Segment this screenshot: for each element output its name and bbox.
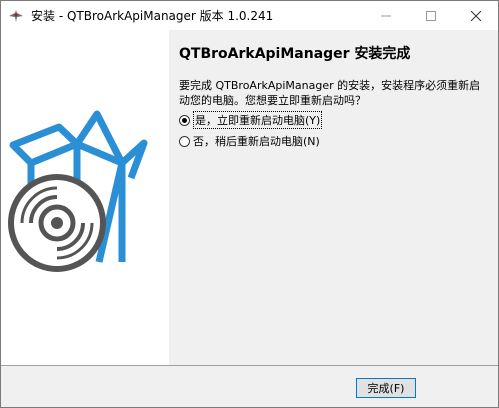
radio-restart-now[interactable] — [179, 114, 190, 126]
minimize-icon — [380, 15, 391, 16]
close-button[interactable] — [453, 1, 498, 30]
app-icon — [8, 8, 24, 24]
minimize-button[interactable] — [363, 1, 408, 30]
finish-button[interactable]: 完成(F) — [356, 378, 416, 398]
restart-now-label: 是，立即重新启动电脑(Y) — [193, 111, 323, 129]
restart-now-option[interactable]: 是，立即重新启动电脑(Y) — [179, 111, 323, 129]
title-bar[interactable]: 安装 - QTBroArkApiManager 版本 1.0.241 — [1, 1, 498, 30]
window-title: 安装 - QTBroArkApiManager 版本 1.0.241 — [31, 9, 274, 23]
finish-button-label: 完成(F) — [367, 382, 405, 395]
maximize-icon — [425, 10, 436, 21]
installer-window: 安装 - QTBroArkApiManager 版本 1.0.241 QTBro… — [0, 0, 499, 408]
close-icon — [470, 10, 481, 21]
restart-later-option[interactable]: 否，稍后重新启动电脑(N) — [179, 133, 320, 149]
restart-description: 要完成 QTBroArkApiManager 的安装，安装程序必须重新启动您的电… — [179, 79, 481, 107]
content-panel: QTBroArkApiManager 安装完成 要完成 QTBroArkApiM… — [169, 30, 498, 365]
wizard-image-panel — [1, 30, 169, 365]
install-box-disc-icon — [8, 110, 148, 272]
restart-later-label: 否，稍后重新启动电脑(N) — [193, 135, 320, 148]
page-heading: QTBroArkApiManager 安装完成 — [179, 46, 411, 62]
radio-restart-later[interactable] — [179, 135, 190, 147]
button-bar: 完成(F) — [1, 365, 498, 407]
maximize-button[interactable] — [408, 1, 453, 30]
